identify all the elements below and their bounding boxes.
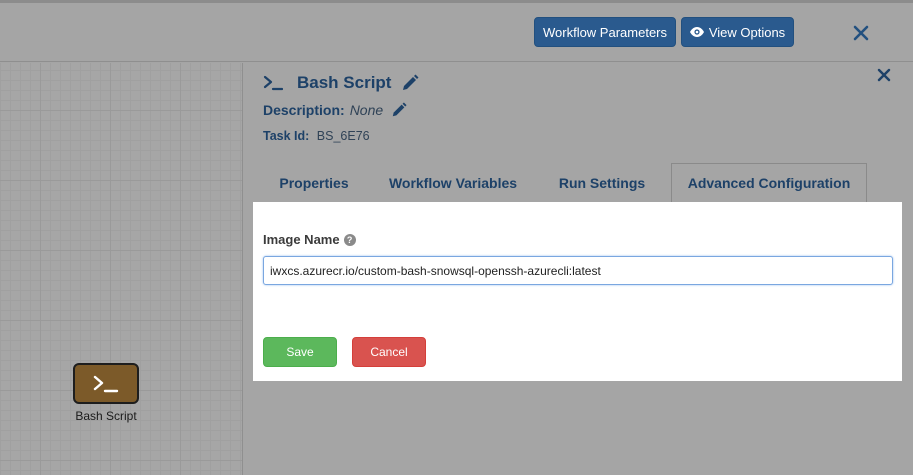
panel-close-icon[interactable] <box>877 68 891 82</box>
tab-run-settings[interactable]: Run Settings <box>544 163 660 202</box>
view-options-button[interactable]: View Options <box>681 17 794 47</box>
node-label: Bash Script <box>75 409 137 423</box>
top-toolbar: Workflow Parameters View Options <box>0 0 913 62</box>
save-button[interactable]: Save <box>263 337 337 367</box>
close-icon[interactable] <box>852 24 870 42</box>
description-row: Description: None <box>263 101 407 119</box>
tab-properties[interactable]: Properties <box>264 163 364 202</box>
task-id-label: Task Id: <box>263 129 310 143</box>
description-value: None <box>349 102 384 118</box>
eye-icon <box>689 27 704 37</box>
task-title-row: Bash Script <box>263 72 419 94</box>
image-name-label: Image Name <box>263 232 340 247</box>
task-id-value: BS_6E76 <box>316 129 370 143</box>
image-name-input[interactable] <box>263 256 893 285</box>
task-title: Bash Script <box>297 73 392 92</box>
cancel-button[interactable]: Cancel <box>352 337 426 367</box>
task-id-row: Task Id: BS_6E76 <box>263 129 370 143</box>
description-label: Description: <box>263 102 345 118</box>
advanced-configuration-form: Image Name ? Save Cancel <box>253 202 902 381</box>
view-options-label: View Options <box>708 24 786 40</box>
tab-bar: Properties Workflow Variables Run Settin… <box>242 163 913 202</box>
terminal-icon <box>263 75 283 91</box>
tab-advanced-configuration[interactable]: Advanced Configuration <box>671 163 867 202</box>
pencil-icon[interactable] <box>391 102 407 118</box>
help-icon[interactable]: ? <box>343 233 356 246</box>
bash-script-node[interactable] <box>73 363 139 404</box>
terminal-icon <box>93 375 119 392</box>
pencil-icon[interactable] <box>401 74 419 92</box>
workflow-parameters-button[interactable]: Workflow Parameters <box>534 17 676 47</box>
image-name-label-row: Image Name ? <box>263 232 356 247</box>
tab-workflow-variables[interactable]: Workflow Variables <box>377 163 529 202</box>
